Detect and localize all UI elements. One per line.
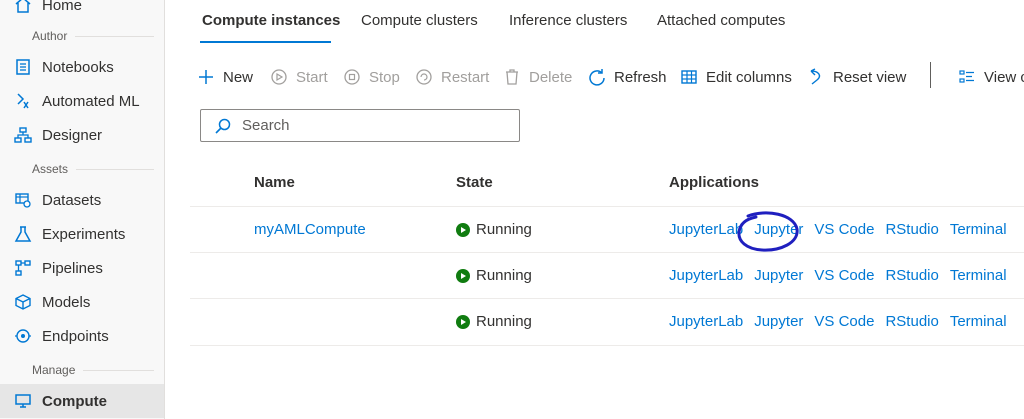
sidebar-item-automated-ml[interactable]: Automated ML — [0, 84, 164, 118]
datasets-icon — [13, 190, 33, 210]
list-view-icon — [958, 68, 976, 86]
models-icon — [13, 292, 33, 312]
sidebar-item-designer[interactable]: Designer — [0, 118, 164, 152]
stop-button[interactable]: Stop — [343, 64, 400, 90]
active-tab-indicator — [200, 41, 331, 43]
section-manage: Manage — [0, 361, 164, 379]
undo-icon — [807, 68, 825, 86]
refresh-icon — [588, 68, 606, 86]
automated-ml-icon — [13, 91, 33, 111]
sidebar-item-notebooks[interactable]: Notebooks — [0, 50, 164, 84]
column-header-name[interactable]: Name — [254, 174, 295, 191]
plus-icon — [197, 68, 215, 86]
sidebar-item-label: Designer — [42, 126, 103, 144]
search-icon — [214, 117, 232, 135]
jupyterlab-link[interactable]: JupyterLab — [669, 221, 743, 238]
rstudio-link[interactable]: RStudio — [885, 313, 938, 330]
sidebar-item-models[interactable]: Models — [0, 285, 164, 319]
play-icon — [270, 68, 288, 86]
sidebar-item-experiments[interactable]: Experiments — [0, 217, 164, 251]
vscode-link[interactable]: VS Code — [814, 221, 874, 238]
refresh-button[interactable]: Refresh — [588, 64, 667, 90]
sidebar-item-label: Models — [42, 293, 91, 311]
sidebar-item-label: Notebooks — [42, 58, 114, 76]
sidebar: Home Author Notebooks Automated ML Desig… — [0, 0, 165, 419]
trash-icon — [503, 68, 521, 86]
sidebar-item-label: Home — [42, 0, 83, 14]
vscode-link[interactable]: VS Code — [814, 267, 874, 284]
state-cell: Running — [456, 313, 532, 330]
delete-button[interactable]: Delete — [503, 64, 572, 90]
sidebar-item-pipelines[interactable]: Pipelines — [0, 251, 164, 285]
search-box[interactable] — [200, 109, 520, 142]
section-assets: Assets — [0, 160, 164, 178]
home-icon — [13, 0, 33, 15]
applications-cell: JupyterLab Jupyter VS Code RStudio Termi… — [669, 313, 1007, 330]
sidebar-item-label: Endpoints — [42, 327, 109, 345]
sidebar-item-compute[interactable]: Compute — [0, 384, 164, 418]
running-status-icon — [456, 268, 470, 283]
pipelines-icon — [13, 258, 33, 278]
jupyterlab-link[interactable]: JupyterLab — [669, 313, 743, 330]
reset-view-button[interactable]: Reset view — [807, 64, 906, 90]
sidebar-item-label: Compute — [42, 392, 107, 410]
restart-icon — [415, 68, 433, 86]
designer-icon — [13, 125, 33, 145]
notebook-icon — [13, 57, 33, 77]
sidebar-item-label: Automated ML — [42, 92, 140, 110]
sidebar-item-label: Datasets — [42, 191, 102, 209]
jupyterlab-link[interactable]: JupyterLab — [669, 267, 743, 284]
edit-columns-button[interactable]: Edit columns — [680, 64, 792, 90]
sidebar-item-home[interactable]: Home — [0, 0, 164, 22]
tab-compute-instances[interactable]: Compute instances — [202, 12, 340, 29]
state-cell: Running — [456, 267, 532, 284]
tab-compute-clusters[interactable]: Compute clusters — [361, 12, 478, 29]
experiments-icon — [13, 224, 33, 244]
terminal-link[interactable]: Terminal — [950, 267, 1007, 284]
toolbar-divider — [930, 62, 931, 88]
new-button[interactable]: New — [197, 64, 253, 90]
tab-inference-clusters[interactable]: Inference clusters — [509, 12, 627, 29]
running-status-icon — [456, 222, 470, 237]
table-row: myAMLCompute Running JupyterLab Jupyter … — [190, 206, 1024, 253]
state-cell: Running — [456, 221, 532, 238]
search-input[interactable] — [240, 116, 504, 135]
table-row: Running JupyterLab Jupyter VS Code RStud… — [190, 298, 1024, 346]
jupyter-link[interactable]: Jupyter — [754, 313, 803, 330]
running-status-icon — [456, 314, 470, 329]
rstudio-link[interactable]: RStudio — [885, 221, 938, 238]
compute-name-link[interactable]: myAMLCompute — [254, 221, 366, 238]
column-header-applications[interactable]: Applications — [669, 174, 759, 191]
compute-icon — [13, 391, 33, 411]
jupyter-link[interactable]: Jupyter — [754, 221, 803, 238]
start-button[interactable]: Start — [270, 64, 328, 90]
sidebar-item-endpoints[interactable]: Endpoints — [0, 319, 164, 353]
sidebar-item-label: Pipelines — [42, 259, 103, 277]
view-button[interactable]: View c — [958, 64, 1024, 90]
terminal-link[interactable]: Terminal — [950, 313, 1007, 330]
vscode-link[interactable]: VS Code — [814, 313, 874, 330]
sidebar-item-datasets[interactable]: Datasets — [0, 183, 164, 217]
endpoints-icon — [13, 326, 33, 346]
rstudio-link[interactable]: RStudio — [885, 267, 938, 284]
sidebar-item-label: Experiments — [42, 225, 126, 243]
table-icon — [680, 68, 698, 86]
applications-cell: JupyterLab Jupyter VS Code RStudio Termi… — [669, 267, 1007, 284]
stop-icon — [343, 68, 361, 86]
jupyter-link[interactable]: Jupyter — [754, 267, 803, 284]
column-header-state[interactable]: State — [456, 174, 493, 191]
section-author: Author — [0, 27, 164, 45]
terminal-link[interactable]: Terminal — [950, 221, 1007, 238]
applications-cell: JupyterLab Jupyter VS Code RStudio Termi… — [669, 221, 1007, 238]
table-row: Running JupyterLab Jupyter VS Code RStud… — [190, 252, 1024, 299]
restart-button[interactable]: Restart — [415, 64, 489, 90]
tab-attached-computes[interactable]: Attached computes — [657, 12, 785, 29]
